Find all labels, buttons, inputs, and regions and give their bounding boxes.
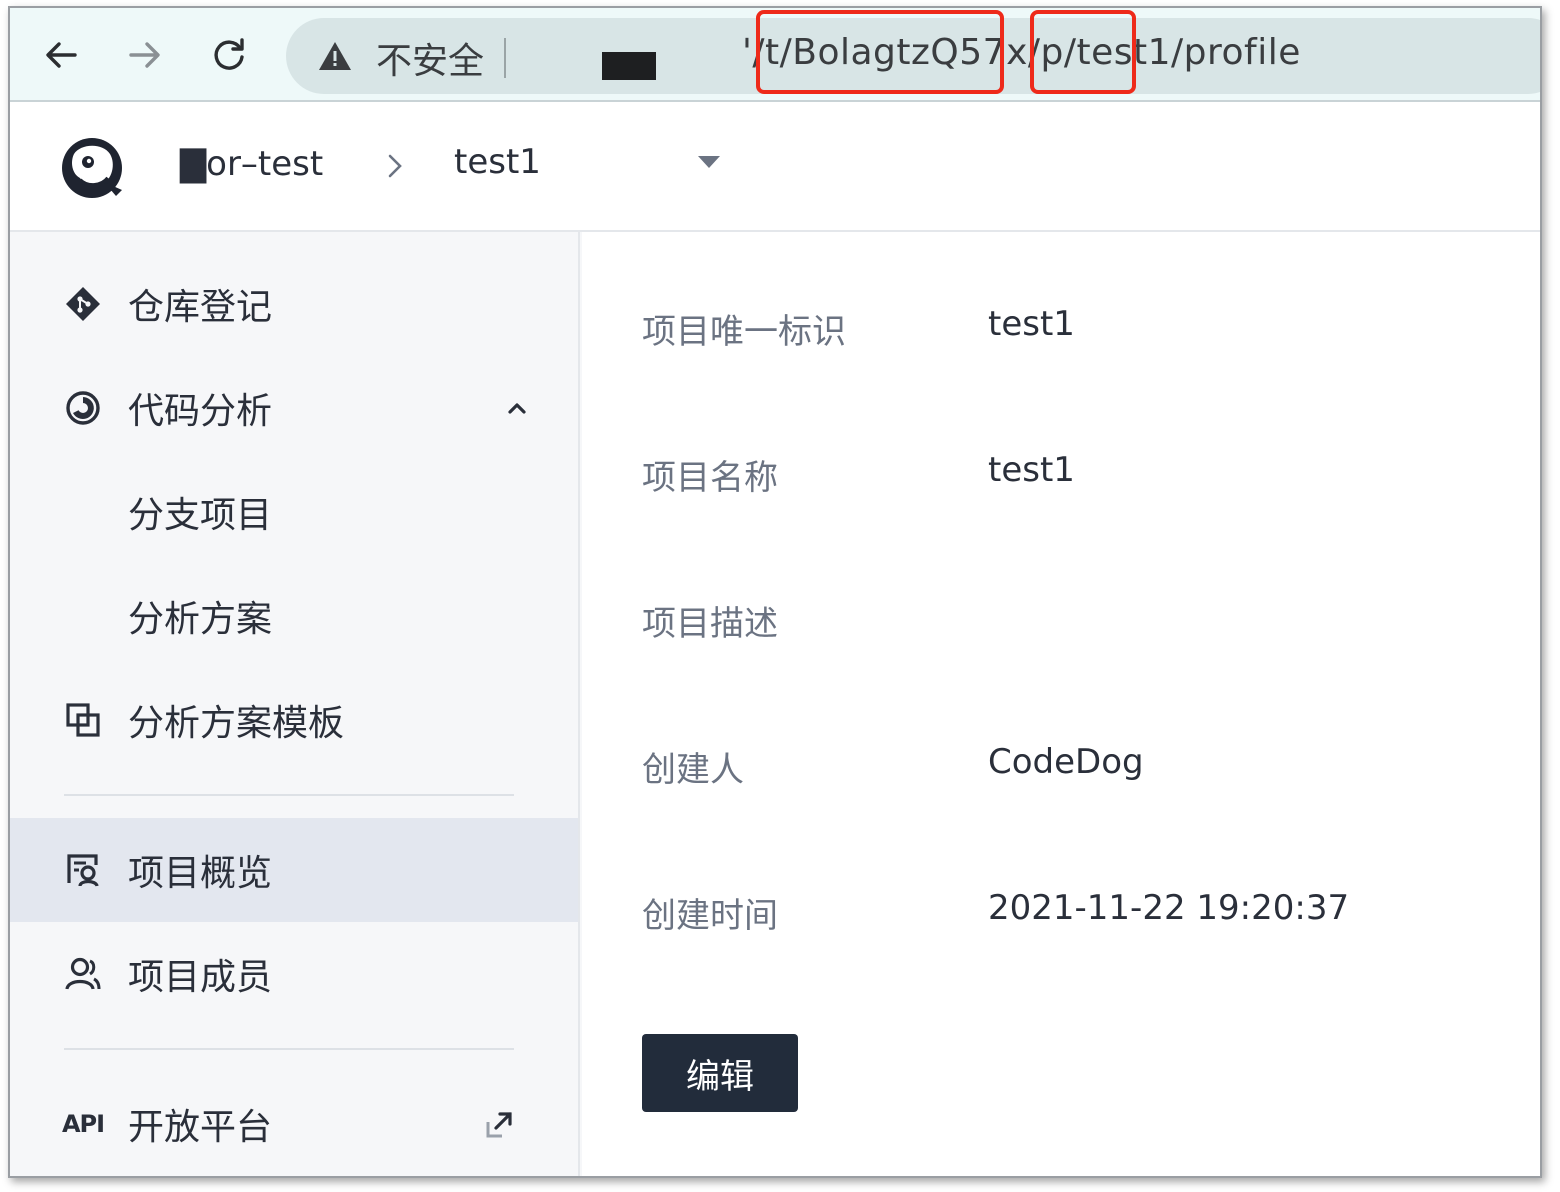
sidebar-item-label: 分析方案 [128,599,273,640]
sidebar-item-label: 开放平台 [128,1107,273,1148]
forward-arrow-icon[interactable] [120,30,170,80]
project-selector-label[interactable]: test1 [454,142,541,182]
field-value-creator: CodeDog [988,742,1144,782]
sidebar-item-code-analysis[interactable]: 代码分析 [10,356,578,460]
field-label-project-key: 项目唯一标识 [642,312,846,352]
template-icon [64,701,102,739]
sidebar-divider [64,1048,514,1050]
field-value-created-time: 2021-11-22 19:20:37 [988,888,1350,928]
sidebar-divider [64,794,514,796]
field-value-project-key: test1 [988,304,1075,344]
sidebar-item-analysis-schemes[interactable]: 分析方案 [10,564,578,668]
browser-toolbar: 不安全 '/t/BolagtzQ57x/p/test1/profile [10,8,1540,102]
field-label-creator: 创建人 [642,750,744,790]
chevron-right-icon [388,154,402,178]
reload-icon[interactable] [204,30,254,80]
sidebar-item-label: 代码分析 [128,391,273,432]
sidebar-item-project-overview[interactable]: 项目概览 [10,818,578,922]
highlight-box-project-key [1030,10,1136,94]
analysis-gauge-icon [64,389,102,427]
browser-window: 不安全 '/t/BolagtzQ57x/p/test1/profile ▇or–… [8,6,1542,1178]
app-header: ▇or–test test1 [10,102,1540,232]
sidebar-item-open-platform[interactable]: API 开放平台 [10,1072,578,1176]
highlight-box-team-id [756,10,1004,94]
field-label-project-name: 项目名称 [642,458,778,498]
api-icon: API [61,1110,105,1138]
edit-button[interactable]: 编辑 [642,1034,798,1112]
field-label-description: 项目描述 [642,604,778,644]
sidebar-item-label: 分析方案模板 [128,703,345,744]
overview-icon [64,851,102,889]
back-arrow-icon[interactable] [36,30,86,80]
user-icon [64,955,102,993]
sidebar-item-label: 分支项目 [128,495,273,536]
sidebar: 仓库登记 代码分析 分支项目 分析方案 分析方案模板 项目概览 项目成员 API… [10,232,580,1176]
chevron-up-icon[interactable] [506,397,528,419]
logo-icon[interactable] [58,132,128,202]
org-name[interactable]: ▇or–test [180,144,323,184]
sidebar-item-repo-register[interactable]: 仓库登记 [10,252,578,356]
external-link-icon[interactable] [484,1108,516,1140]
caret-down-icon[interactable] [696,154,722,170]
warning-triangle-icon[interactable] [318,40,352,72]
sidebar-item-label: 项目成员 [128,957,273,998]
omnibox-divider [504,38,506,78]
field-label-created-time: 创建时间 [642,896,778,936]
redacted-block [602,52,656,80]
sidebar-item-label: 项目概览 [128,853,273,894]
sidebar-item-project-members[interactable]: 项目成员 [10,922,578,1026]
project-profile-panel: 项目唯一标识 test1 项目名称 test1 项目描述 创建人 CodeDog… [582,232,1540,1176]
sidebar-item-branch-projects[interactable]: 分支项目 [10,460,578,564]
repo-diamond-icon [64,285,102,323]
sidebar-item-label: 仓库登记 [128,287,273,328]
sidebar-item-scheme-templates[interactable]: 分析方案模板 [10,668,578,772]
security-status-text[interactable]: 不安全 [376,32,484,84]
field-value-project-name: test1 [988,450,1075,490]
